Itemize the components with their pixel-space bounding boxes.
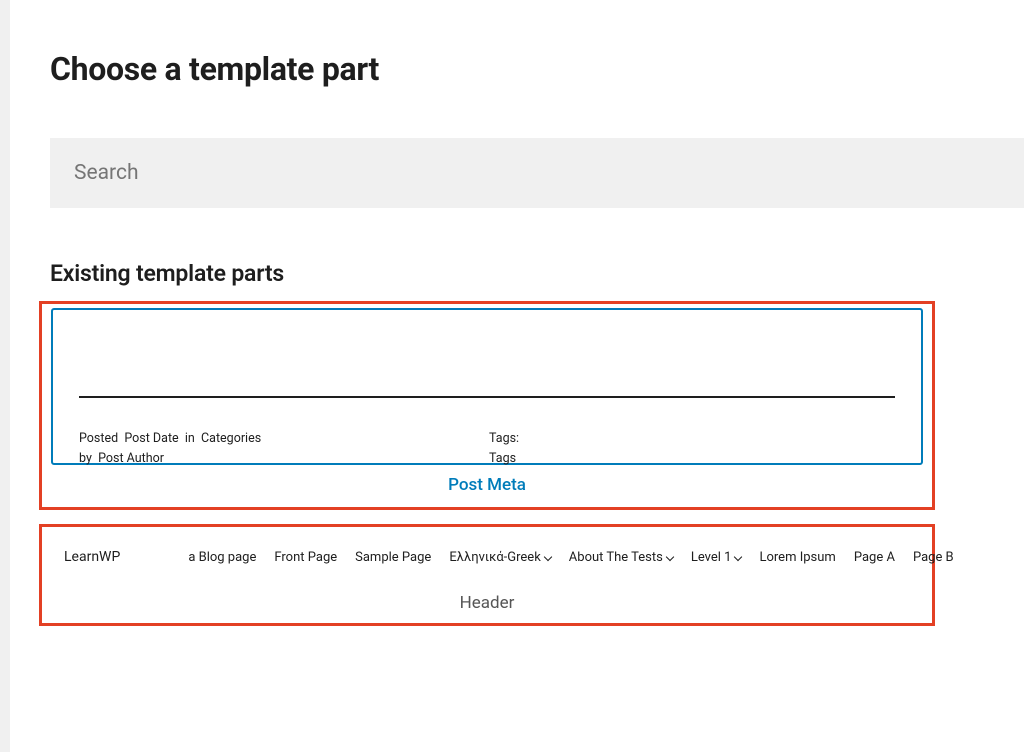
separator-line [79,396,895,398]
left-edge-stripe [0,0,10,752]
page-title: Choose a template part [50,50,1024,88]
nav-item: Page A [854,550,895,565]
search-box[interactable] [50,138,1024,208]
post-date-placeholder: Post Date [124,431,178,446]
template-part-label: Header [42,565,932,623]
post-meta-preview: Posted Post Date in Categories by Post A… [51,308,923,465]
nav-item-label: Page A [854,550,895,565]
section-heading: Existing template parts [50,260,1024,287]
chevron-down-icon [734,554,741,561]
chevron-down-icon [666,554,673,561]
tags-placeholder: Tags [489,449,569,469]
post-meta-left: Posted Post Date in Categories by Post A… [79,429,479,469]
post-meta-tags: Tags: Tags [489,429,569,469]
in-label: in [185,431,195,446]
template-part-label: Post Meta [42,465,932,507]
nav-item-label: About The Tests [569,550,663,565]
post-meta-line2: by Post Author [79,449,479,469]
tags-label: Tags: [489,429,569,449]
posted-label: Posted [79,431,118,446]
nav-item: Level 1 [691,550,742,565]
template-part-option-header[interactable]: LearnWP a Blog page Front Page Sample Pa… [39,524,935,626]
nav-item-label: Lorem Ipsum [759,550,835,565]
nav-item: Lorem Ipsum [759,550,835,565]
nav-item: Front Page [274,550,337,565]
search-input[interactable] [74,138,1000,208]
nav-item-label: Front Page [274,550,337,565]
template-parts-list: Posted Post Date in Categories by Post A… [50,301,1024,626]
categories-placeholder: Categories [201,431,261,446]
by-label: by [79,451,92,466]
nav-item: Ελληνικά-Greek [449,550,550,565]
template-part-option-post-meta[interactable]: Posted Post Date in Categories by Post A… [39,301,935,510]
site-brand: LearnWP [64,549,120,565]
post-meta-text-row: Posted Post Date in Categories by Post A… [79,429,895,469]
nav-item: About The Tests [569,550,673,565]
nav-item-label: a Blog page [188,550,256,565]
nav-item: a Blog page [188,550,256,565]
nav-item-label: Ελληνικά-Greek [449,550,540,565]
modal-content: Choose a template part Existing template… [0,0,1024,626]
nav-item: Page B [913,550,954,565]
nav-item: Sample Page [355,550,431,565]
nav-item-label: Page B [913,550,954,565]
header-preview: LearnWP a Blog page Front Page Sample Pa… [42,527,932,565]
nav-item-label: Sample Page [355,550,431,565]
nav-item-label: Level 1 [691,550,732,565]
chevron-down-icon [544,554,551,561]
post-meta-line1: Posted Post Date in Categories [79,429,479,449]
header-nav: LearnWP a Blog page Front Page Sample Pa… [64,549,910,565]
post-author-placeholder: Post Author [98,451,164,466]
